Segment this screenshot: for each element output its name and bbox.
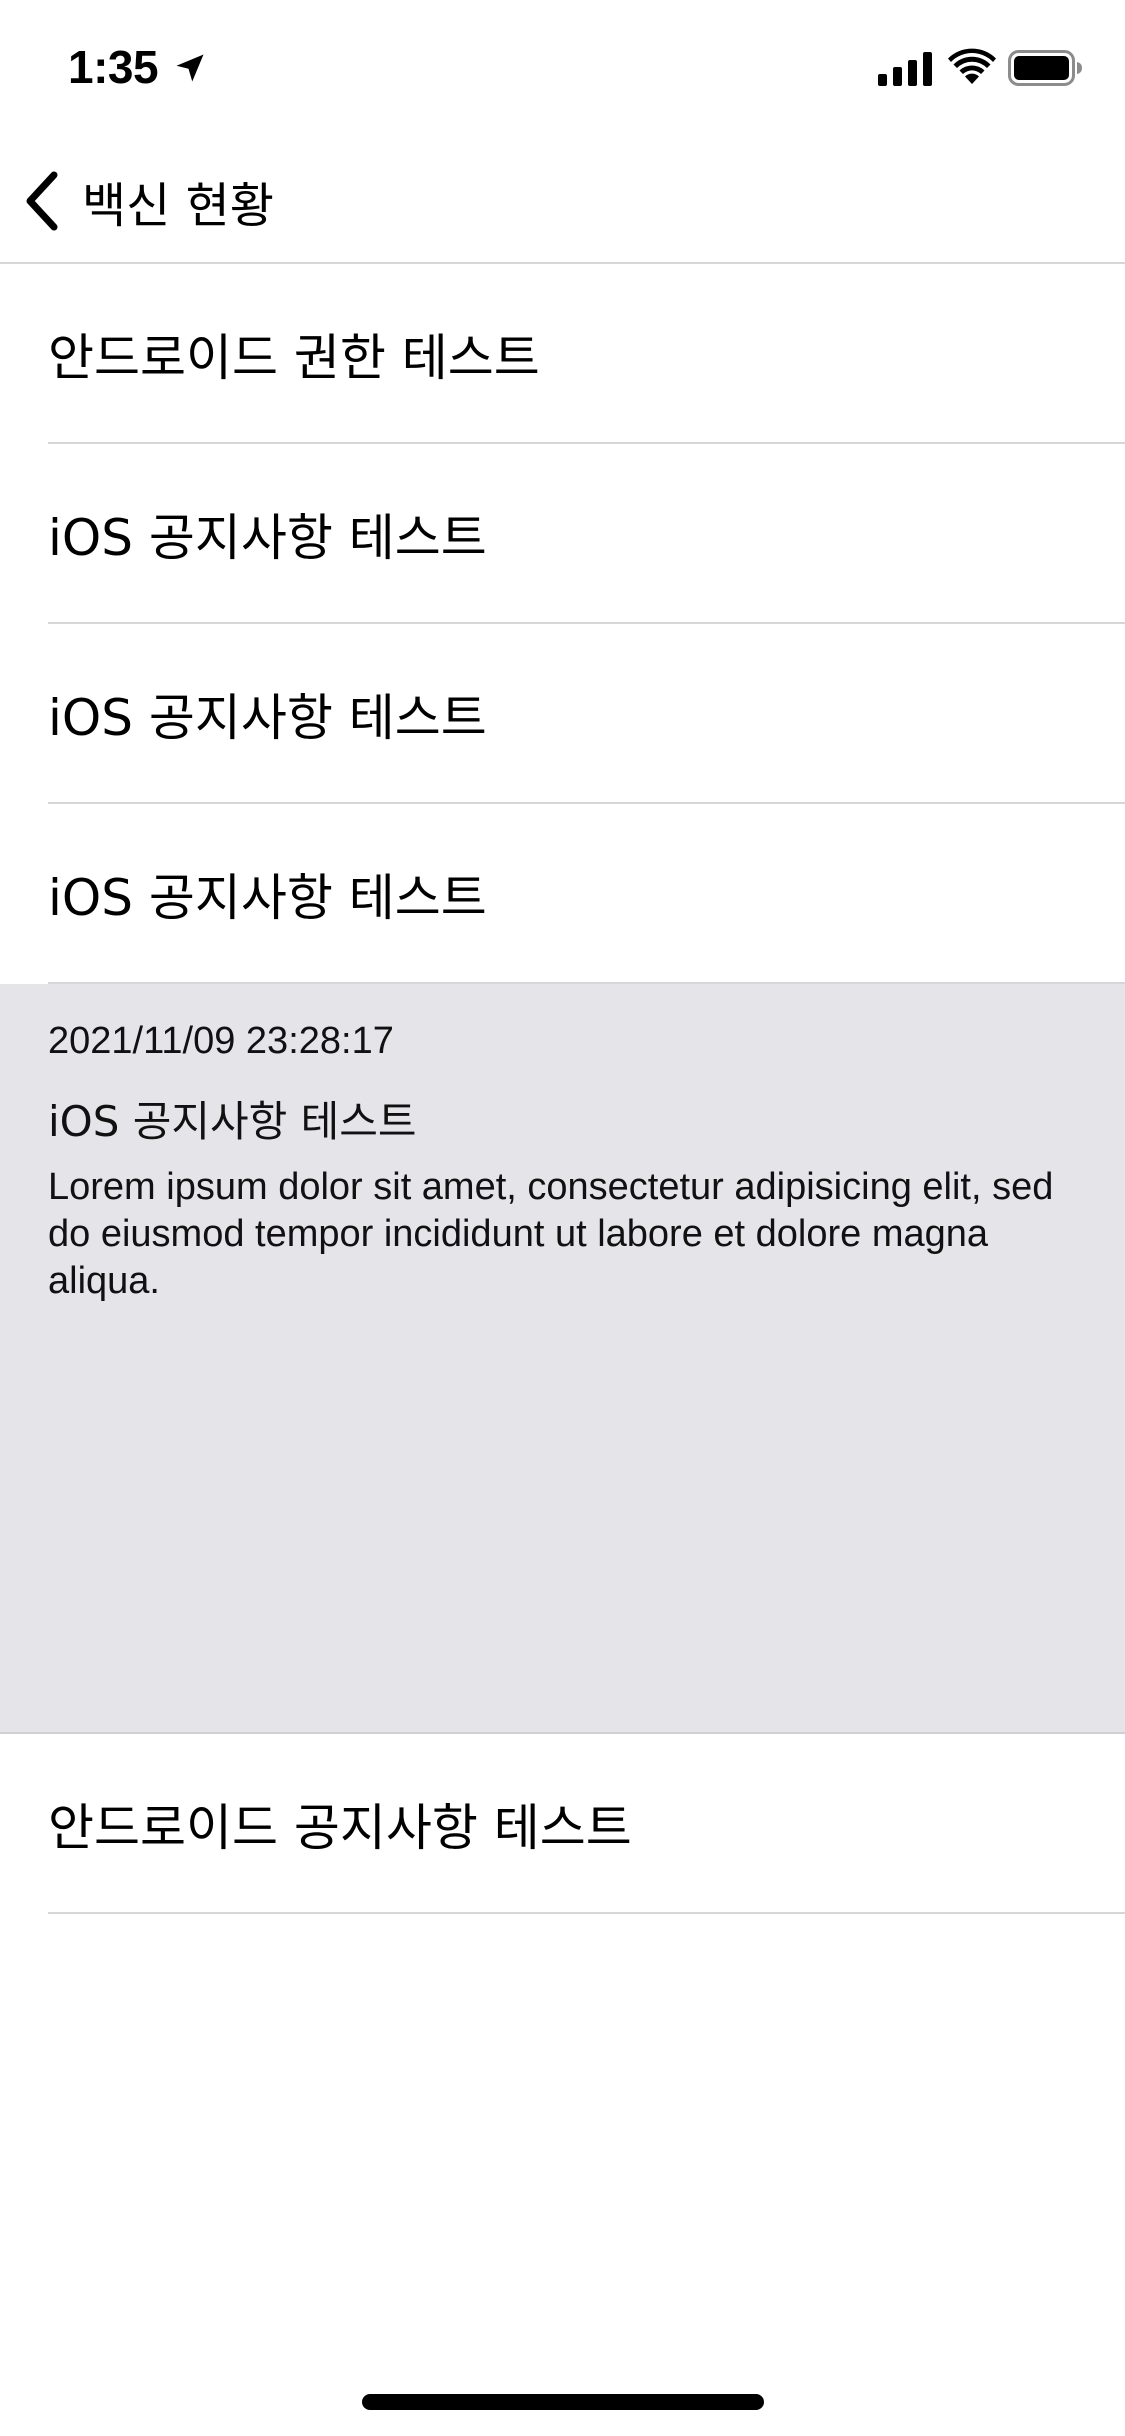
back-button[interactable]: 백신 현황 (20, 166, 274, 236)
list-item[interactable]: iOS 공지사항 테스트 (0, 444, 1125, 624)
cellular-signal-icon (878, 52, 932, 86)
notice-title: iOS 공지사항 테스트 (48, 1097, 417, 1146)
list-item-title: iOS 공지사항 테스트 (48, 509, 487, 567)
back-button-label: 백신 현황 (82, 178, 274, 234)
home-indicator[interactable] (362, 2394, 764, 2410)
list-item-title: iOS 공지사항 테스트 (48, 689, 487, 747)
list-item-title: 안드로이드 공지사항 테스트 (48, 1799, 632, 1857)
status-time: 1:35 (68, 41, 159, 93)
navigation-bar: 백신 현황 (0, 140, 1125, 264)
location-arrow-icon (176, 54, 204, 82)
notice-date: 2021/11/09 23:28:17 (48, 1020, 394, 1062)
battery-icon (1008, 50, 1082, 86)
expanded-notice-detail[interactable]: 2021/11/09 23:28:17 iOS 공지사항 테스트 Lorem i… (0, 984, 1125, 1734)
chevron-left-icon (26, 171, 58, 231)
notice-list: 안드로이드 권한 테스트 iOS 공지사항 테스트 iOS 공지사항 테스트 i… (0, 264, 1125, 1914)
wifi-icon (948, 48, 996, 84)
list-item-title: iOS 공지사항 테스트 (48, 869, 487, 927)
list-item-title: 안드로이드 권한 테스트 (48, 329, 540, 387)
list-item[interactable]: iOS 공지사항 테스트 (0, 804, 1125, 984)
list-item[interactable]: iOS 공지사항 테스트 (0, 624, 1125, 804)
notice-body: Lorem ipsum dolor sit amet, consectetur … (48, 1166, 1054, 1302)
list-item[interactable]: 안드로이드 권한 테스트 (0, 264, 1125, 444)
list-item[interactable]: 안드로이드 공지사항 테스트 (0, 1734, 1125, 1914)
status-bar: 1:35 (0, 0, 1125, 140)
